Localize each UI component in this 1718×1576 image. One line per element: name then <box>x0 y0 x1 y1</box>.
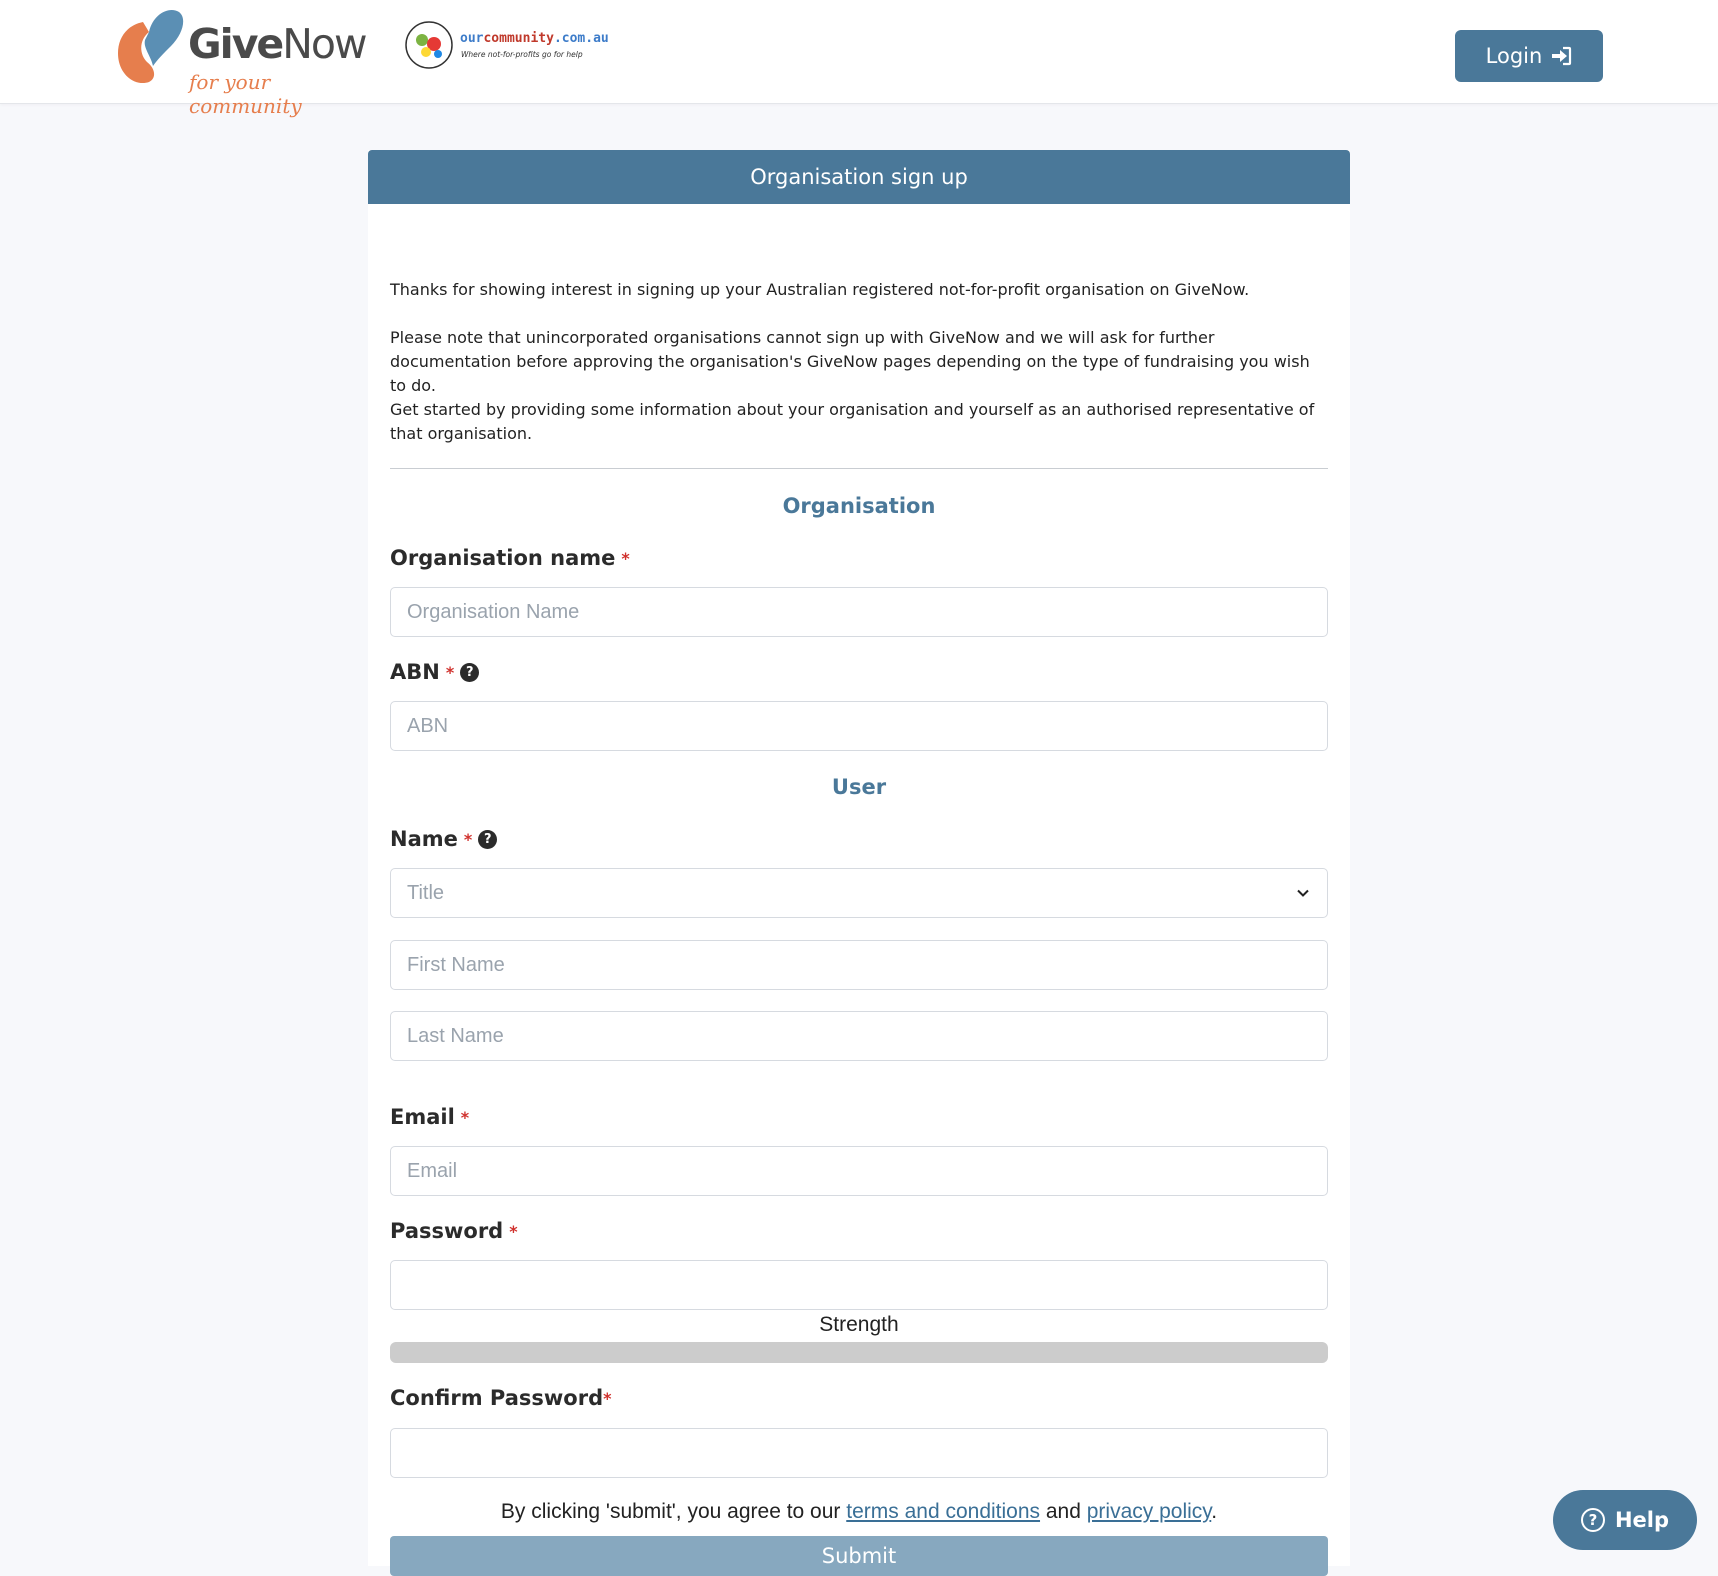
abn-label: ABN * ? <box>390 660 480 684</box>
password-strength-bar <box>390 1342 1328 1363</box>
agree-suffix: . <box>1211 1500 1218 1523</box>
required-asterisk: * <box>509 1221 518 1241</box>
required-asterisk: * <box>463 829 473 849</box>
terms-link[interactable]: terms and conditions <box>846 1500 1040 1523</box>
first-name-placeholder: First Name <box>407 953 505 976</box>
email-placeholder: Email <box>407 1159 458 1182</box>
top-navbar: GiveNow for your community ourcommunity.… <box>0 0 1718 118</box>
agree-prefix: By clicking 'submit', you agree to our <box>500 1500 847 1523</box>
section-title-user: User <box>831 775 887 799</box>
org-name-label-text: Organisation name <box>390 546 616 570</box>
required-asterisk: * <box>621 548 630 568</box>
password-input[interactable] <box>390 1260 1328 1310</box>
submit-button[interactable]: Submit <box>390 1536 1328 1576</box>
email-label: Email * <box>390 1105 469 1129</box>
sign-in-icon <box>1552 46 1572 66</box>
section-title-organisation: Organisation <box>782 494 936 518</box>
login-label: Login <box>1485 44 1543 68</box>
abn-input[interactable]: ABN <box>390 701 1328 751</box>
name-label-text: Name <box>390 827 458 851</box>
abn-placeholder: ABN <box>407 714 449 737</box>
last-name-input[interactable]: Last Name <box>390 1011 1328 1061</box>
password-label: Password * <box>390 1219 518 1243</box>
help-label: Help <box>1614 1508 1670 1532</box>
heart-logo-icon <box>118 10 184 84</box>
required-asterisk: * <box>603 1388 612 1408</box>
email-input[interactable]: Email <box>390 1146 1328 1196</box>
divider <box>390 468 1328 469</box>
ourcommunity-logo[interactable]: ourcommunity.com.au Where not-for-profit… <box>404 20 624 76</box>
email-label-text: Email <box>390 1105 455 1129</box>
required-asterisk: * <box>445 662 455 682</box>
ourcommunity-tagline: Where not-for-profits go for help <box>461 50 583 59</box>
title-placeholder: Title <box>407 881 445 904</box>
password-strength-label: Strength <box>819 1313 899 1336</box>
org-name-label: Organisation name * <box>390 546 630 570</box>
login-button[interactable]: Login <box>1455 30 1603 82</box>
org-name-input[interactable]: Organisation Name <box>390 587 1328 637</box>
abn-help-icon[interactable]: ? <box>460 662 480 682</box>
card-title: Organisation sign up <box>368 150 1350 204</box>
required-asterisk: * <box>460 1107 470 1127</box>
signup-card: Organisation sign up Thanks for showing … <box>368 150 1350 1576</box>
first-name-input[interactable]: First Name <box>390 940 1328 990</box>
question-circle-icon: ? <box>1580 1508 1605 1532</box>
intro-paragraph-1: Thanks for showing interest in signing u… <box>390 280 1250 299</box>
confirm-password-label-text: Confirm Password <box>390 1386 604 1410</box>
logo-wordmark: GiveNow <box>188 24 368 65</box>
abn-label-text: ABN <box>390 660 440 684</box>
submit-label: Submit <box>821 1544 897 1568</box>
oc-domain-text: .com.au <box>553 31 609 46</box>
logo-give-text: Give <box>188 20 284 68</box>
oc-our-text: our <box>460 31 484 46</box>
privacy-link[interactable]: privacy policy <box>1087 1500 1211 1523</box>
ourcommunity-wordmark: ourcommunity.com.au <box>460 32 609 45</box>
terms-agreement-text: By clicking 'submit', you agree to our t… <box>390 1500 1328 1524</box>
org-name-placeholder: Organisation Name <box>407 600 580 623</box>
help-button[interactable]: ? Help <box>1553 1490 1697 1550</box>
last-name-placeholder: Last Name <box>407 1024 504 1047</box>
name-help-icon[interactable]: ? <box>478 829 498 849</box>
agree-middle: and <box>1040 1500 1087 1523</box>
logo-now-text: Now <box>282 20 367 68</box>
intro-paragraph-3: Get started by providing some informatio… <box>390 400 1315 443</box>
ourcommunity-emblem-icon <box>405 21 453 69</box>
oc-community-text: community <box>483 31 554 46</box>
title-select[interactable]: Title <box>390 868 1328 918</box>
confirm-password-label: Confirm Password * <box>390 1386 612 1410</box>
name-label: Name * ? <box>390 827 498 851</box>
chevron-down-icon <box>1297 889 1309 897</box>
intro-paragraph-2: Please note that unincorporated organisa… <box>390 328 1310 395</box>
givenow-logo[interactable]: GiveNow for your community <box>113 4 375 118</box>
confirm-password-input[interactable] <box>390 1428 1328 1478</box>
password-label-text: Password <box>390 1219 504 1243</box>
logo-tagline: for your community <box>189 70 302 118</box>
